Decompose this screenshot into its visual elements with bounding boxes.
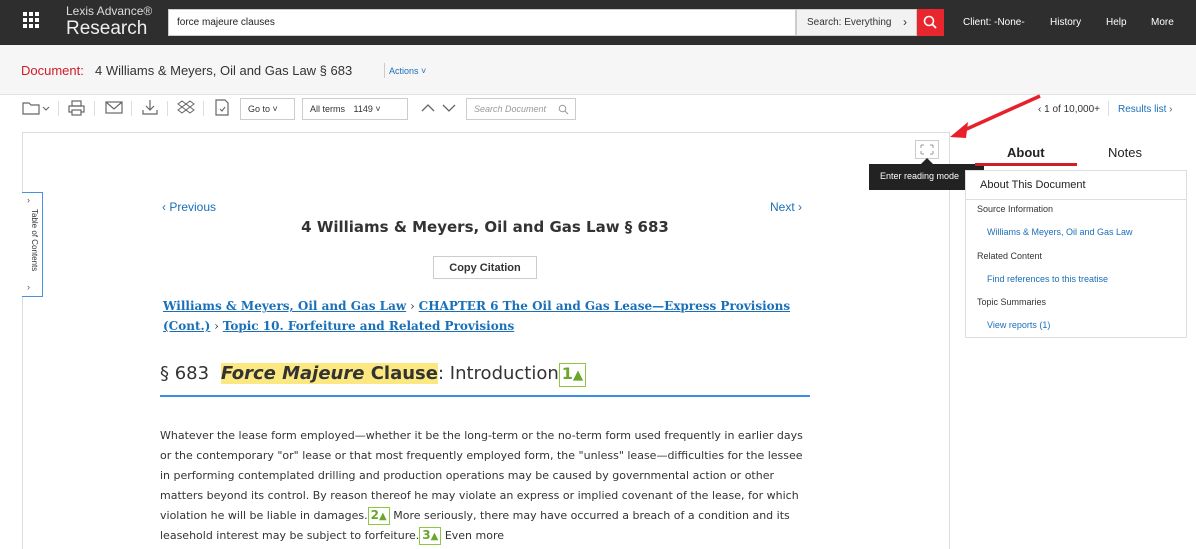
divider (58, 101, 59, 116)
more-menu[interactable]: More (1151, 17, 1174, 28)
print-icon[interactable] (67, 98, 87, 118)
actions-label: Actions (389, 66, 419, 76)
results-list-label: Results list (1118, 104, 1167, 115)
section-heading: § 683 Force Majeure Clause: Introduction… (160, 363, 810, 397)
highlight-term: Force Majeure (220, 363, 365, 384)
folder-icon[interactable] (22, 98, 50, 118)
body-paragraph: Whatever the lease form employed—whether… (160, 426, 812, 546)
related-content-label: Related Content (977, 251, 1043, 261)
results-list-link[interactable]: Results list › (1118, 104, 1172, 115)
document-add-icon[interactable] (212, 98, 232, 118)
breadcrumb-source[interactable]: Williams & Meyers, Oil and Gas Law (163, 299, 406, 313)
previous-link[interactable]: ‹ Previous (162, 200, 216, 214)
client-menu[interactable]: Client: -None- (963, 17, 1025, 28)
footnote-marker[interactable]: 2▲ (367, 507, 390, 525)
tab-notes[interactable]: Notes (1108, 145, 1142, 160)
document-bar: Document: 4 Williams & Meyers, Oil and G… (0, 45, 1196, 95)
email-icon[interactable] (104, 98, 124, 118)
brand-small: Lexis Advance® (66, 4, 153, 18)
chevron-right-icon: › (27, 195, 30, 205)
search-document-placeholder: Search Document (474, 104, 547, 114)
divider (203, 101, 204, 116)
footnote-number: 1 (561, 364, 573, 383)
table-of-contents-tab[interactable]: › Table of Contents › (22, 192, 43, 297)
divider (94, 101, 95, 116)
footnote-number: 2 (370, 508, 380, 522)
top-bar: Lexis Advance® Research force majeure cl… (0, 0, 1196, 45)
active-tab-indicator (975, 163, 1077, 166)
next-label: Next (770, 200, 795, 214)
footnote-marker[interactable]: 1▲ (558, 363, 587, 387)
search-document-input[interactable]: Search Document (466, 98, 576, 120)
find-references-link[interactable]: Find references to this treatise (987, 274, 1108, 284)
section-heading-rest: : Introduction (437, 363, 559, 384)
chevron-right-icon: › (903, 15, 907, 29)
dropbox-icon[interactable] (176, 98, 196, 118)
goto-dropdown[interactable]: Go to ˅ (240, 98, 295, 120)
chevron-down-icon[interactable] (439, 98, 459, 118)
footnote-marker[interactable]: 3▲ (419, 527, 442, 545)
source-information-label: Source Information (977, 204, 1054, 214)
goto-label: Go to (248, 104, 271, 114)
search-scope-label: Search: Everything (807, 17, 892, 28)
brand-logo[interactable]: Lexis Advance® Research (66, 5, 152, 40)
red-arrow-annotation (950, 94, 1041, 138)
breadcrumb: Williams & Meyers, Oil and Gas Law › CHA… (163, 299, 791, 333)
footnote-number: 3 (422, 528, 431, 542)
terms-count: 1149 (353, 104, 373, 114)
section-number: § 683 (160, 363, 210, 384)
document-title: 4 Williams & Meyers, Oil and Gas Law § 6… (95, 63, 353, 78)
divider (1108, 101, 1109, 116)
search-scope-dropdown[interactable]: Search: Everything › (796, 9, 917, 36)
highlight-term: Clause (370, 363, 438, 384)
search-icon (923, 15, 937, 29)
chevron-right-icon: › (27, 282, 30, 292)
paragraph-text: Even more (444, 529, 505, 542)
download-icon[interactable] (140, 98, 160, 118)
search-button[interactable] (917, 9, 944, 36)
toc-label: Table of Contents (30, 209, 39, 272)
apps-grid-icon[interactable] (23, 12, 45, 34)
divider (384, 63, 385, 78)
terms-dropdown[interactable]: All terms 1149 ˅ (302, 98, 408, 120)
expand-icon (920, 144, 934, 155)
source-link[interactable]: Williams & Meyers, Oil and Gas Law (987, 227, 1133, 237)
about-panel: About This Document Source Information W… (965, 170, 1187, 338)
help-link[interactable]: Help (1106, 17, 1127, 28)
document-heading: 4 Williams & Meyers, Oil and Gas Law § 6… (301, 218, 669, 236)
breadcrumb-topic[interactable]: Topic 10. Forfeiture and Related Provisi… (223, 319, 514, 333)
search-icon (558, 104, 569, 115)
view-reports-link[interactable]: View reports (1) (987, 320, 1050, 330)
divider (167, 101, 168, 116)
document-label: Document: (21, 63, 84, 78)
copy-citation-button[interactable]: Copy Citation (433, 256, 537, 279)
next-link[interactable]: Next › (770, 200, 802, 214)
topic-summaries-label: Topic Summaries (977, 297, 1047, 307)
reading-mode-button[interactable] (915, 140, 939, 159)
pager-text: 1 of 10,000+ (1044, 104, 1100, 115)
search-input[interactable]: force majeure clauses (168, 9, 796, 36)
previous-label: Previous (169, 200, 217, 214)
history-link[interactable]: History (1050, 17, 1081, 28)
brand-large: Research (66, 18, 148, 39)
divider (131, 101, 132, 116)
chevron-right-icon: › (1169, 104, 1173, 115)
divider (966, 199, 1186, 200)
about-heading: About This Document (980, 179, 1086, 191)
tab-about[interactable]: About (1007, 145, 1045, 160)
terms-label: All terms (310, 104, 346, 114)
actions-dropdown[interactable]: Actions ˅ (389, 66, 426, 76)
chevron-up-icon[interactable] (418, 98, 438, 118)
